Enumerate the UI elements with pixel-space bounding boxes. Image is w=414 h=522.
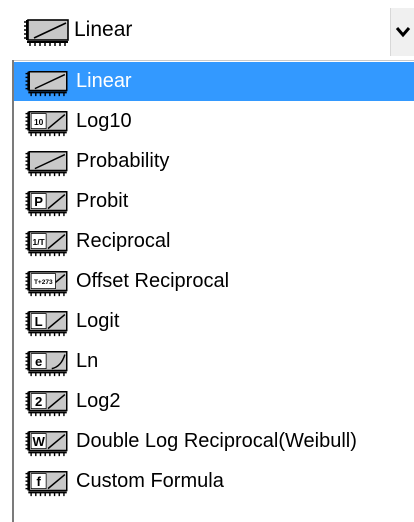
dropdown-option-log2[interactable]: 2 Log2 [14,382,414,421]
chevron-down-icon [395,27,411,38]
dropdown-option-label: Probit [76,190,129,212]
svg-text:T+273: T+273 [34,279,53,286]
svg-text:e: e [35,354,42,369]
dropdown-option-label: Log2 [76,390,121,412]
svg-text:W: W [32,434,45,449]
dropdown-option-label: Double Log Reciprocal(Weibull) [76,430,357,452]
svg-text:2: 2 [35,394,42,409]
ln-scale-icon: e [25,351,68,377]
dropdown-option-ln[interactable]: e Ln [14,342,414,381]
dropdown-option-label: Probability [76,150,170,172]
dropdown-option-label: Ln [76,350,99,372]
weibull-scale-icon: W [25,431,68,457]
dropdown-option-logit[interactable]: L Logit [14,302,414,341]
dropdown-option-custom-formula[interactable]: f Custom Formula [14,462,414,501]
logit-scale-icon: L [25,311,68,337]
dropdown-option-double-log-reciprocal-weibull[interactable]: W Double Log Reciprocal(Weibull) [14,422,414,461]
linear-scale-icon [24,19,69,46]
combobox-selected-value: Linear [74,18,133,41]
probability-scale-icon [25,151,68,177]
dropdown-option-log10[interactable]: 10 Log10 [14,102,414,141]
svg-text:10: 10 [34,117,44,127]
svg-text:L: L [35,314,43,329]
dropdown-option-probit[interactable]: P Probit [14,182,414,221]
scale-type-combobox[interactable]: Linear [0,0,414,60]
log10-scale-icon: 10 [25,111,68,137]
dropdown-option-label: Reciprocal [76,230,171,252]
dropdown-option-linear[interactable]: Linear [14,62,414,101]
dropdown-option-label: Logit [76,310,120,332]
reciprocal-scale-icon: 1/T [25,231,68,257]
probit-scale-icon: P [25,191,68,217]
dropdown-button[interactable] [390,8,414,56]
linear-scale-icon [25,71,68,97]
dropdown-option-label: Custom Formula [76,470,224,492]
svg-text:1/T: 1/T [33,237,46,247]
dropdown-option-offset-reciprocal[interactable]: T+273 Offset Reciprocal [14,262,414,301]
dropdown-option-label: Offset Reciprocal [76,270,230,292]
log2-scale-icon: 2 [25,391,68,417]
offset-reciprocal-scale-icon: T+273 [25,271,68,297]
dropdown-option-label: Log10 [76,110,132,132]
dropdown-option-reciprocal[interactable]: 1/T Reciprocal [14,222,414,261]
svg-text:f: f [36,474,41,489]
dropdown-option-label: Linear [76,70,132,92]
scale-type-dropdown-list[interactable]: Linear 10 Log10 Probability P Probit 1/T Recipr… [12,60,414,522]
dropdown-option-probability[interactable]: Probability [14,142,414,181]
svg-text:P: P [34,194,43,209]
custom-formula-icon: f [25,471,68,497]
